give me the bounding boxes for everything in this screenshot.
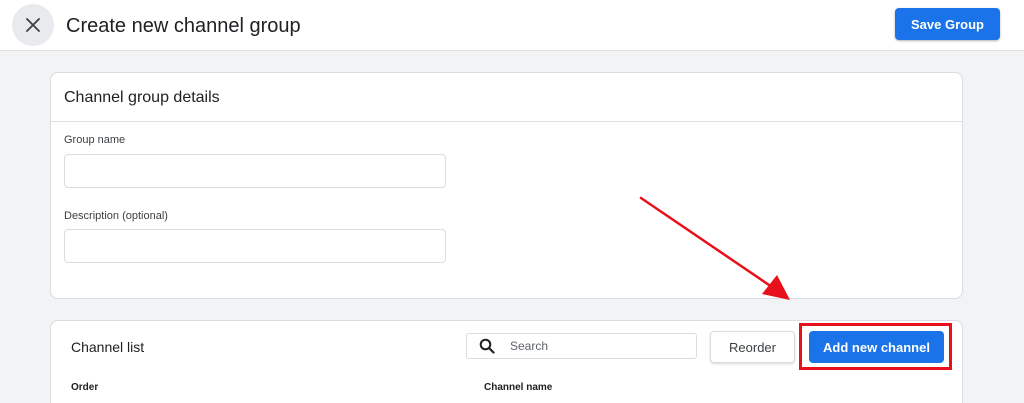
close-button[interactable] <box>12 4 54 46</box>
channel-group-details-card: Channel group details Group name Descrip… <box>50 72 963 299</box>
top-app-bar: Create new channel group Save Group <box>0 0 1024 51</box>
column-header-channel-name: Channel name <box>484 382 553 393</box>
channel-list-card: Channel list Reorder Add new channel Ord… <box>50 320 963 403</box>
description-input[interactable] <box>64 229 446 263</box>
group-name-label: Group name <box>64 134 126 146</box>
reorder-button[interactable]: Reorder <box>710 331 795 363</box>
add-new-channel-button[interactable]: Add new channel <box>809 331 944 363</box>
search-icon <box>479 338 495 354</box>
page-title: Create new channel group <box>66 15 301 37</box>
close-icon <box>26 18 40 32</box>
details-card-header: Channel group details <box>51 73 962 122</box>
column-header-order: Order <box>71 382 99 393</box>
group-name-input[interactable] <box>64 154 446 188</box>
save-group-button[interactable]: Save Group <box>895 8 1000 40</box>
description-label: Description (optional) <box>64 210 168 222</box>
details-card-title: Channel group details <box>64 89 220 106</box>
channel-search-box[interactable] <box>466 333 697 359</box>
channel-search-input[interactable] <box>510 339 690 353</box>
channel-list-title: Channel list <box>71 339 145 355</box>
